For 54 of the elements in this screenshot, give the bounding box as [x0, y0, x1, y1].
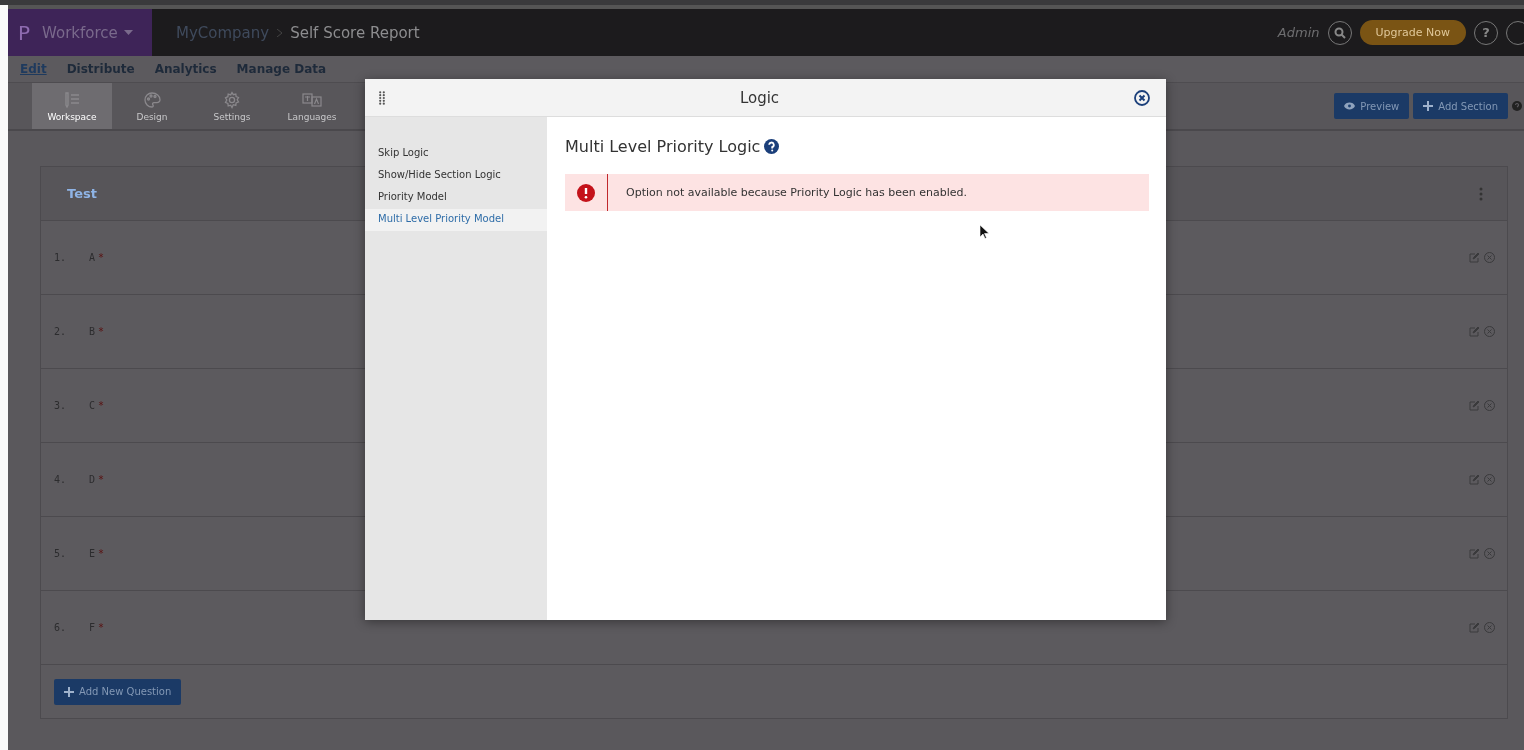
sidebar-item[interactable]: Multi Level Priority Model [365, 209, 547, 231]
palette-icon [143, 90, 161, 109]
edit-icon[interactable] [1469, 400, 1480, 411]
delete-icon[interactable] [1484, 548, 1495, 559]
upgrade-button[interactable]: Upgrade Now [1359, 20, 1466, 45]
required-mark: * [98, 400, 105, 411]
plus-icon [64, 686, 74, 697]
toolbar-tab[interactable]: Languages [272, 83, 352, 129]
delete-icon[interactable] [1484, 326, 1495, 337]
caret-icon [123, 30, 133, 35]
delete-icon[interactable] [1484, 400, 1495, 411]
gear-icon [223, 90, 241, 109]
edit-icon[interactable] [1469, 326, 1480, 337]
edit-icon[interactable] [1469, 548, 1480, 559]
toolbar-tab[interactable]: Settings [192, 83, 272, 129]
required-mark: * [98, 474, 105, 485]
eye-icon [1344, 102, 1356, 110]
delete-icon[interactable] [1484, 622, 1495, 633]
toolbar-tab[interactable]: Design [112, 83, 192, 129]
list-icon [63, 90, 81, 109]
drag-handle-icon[interactable] [379, 90, 385, 105]
workspace-switcher[interactable]: P Workforce [8, 9, 152, 56]
edit-icon[interactable] [1469, 252, 1480, 263]
close-icon[interactable] [1134, 89, 1150, 106]
user-name: Admin [1277, 25, 1320, 40]
cursor-icon [980, 225, 990, 239]
workspace-name: Workforce [42, 23, 118, 42]
edit-icon[interactable] [1469, 622, 1480, 633]
alert-message: Option not available because Priority Logic has been enabled. [625, 186, 967, 199]
sidebar-item[interactable]: Show/Hide Section Logic [365, 165, 547, 187]
plus-icon [1423, 101, 1434, 111]
section-title: Test [67, 186, 97, 201]
modal-title: Logic [738, 88, 781, 107]
preview-button[interactable]: Preview [1334, 93, 1410, 119]
brand-logo: P [18, 20, 31, 45]
add-section-button[interactable]: Add Section [1413, 93, 1508, 119]
more-icon[interactable] [1479, 186, 1483, 201]
translate-icon [302, 90, 322, 109]
toolbar-tab[interactable]: Workspace [32, 83, 112, 129]
required-mark: * [98, 326, 105, 337]
sidebar-item[interactable]: Skip Logic [365, 143, 547, 165]
panel-heading: Multi Level Priority Logic [565, 137, 761, 156]
chevron-icon [277, 28, 283, 37]
add-question-button[interactable]: Add New Question [54, 678, 182, 705]
sidebar-item[interactable]: Priority Model [365, 187, 547, 209]
delete-icon[interactable] [1484, 252, 1495, 263]
help-icon[interactable] [764, 139, 780, 154]
required-mark: * [98, 252, 105, 263]
delete-icon[interactable] [1484, 474, 1495, 485]
required-mark: * [98, 548, 105, 559]
required-mark: * [98, 622, 105, 633]
page-title: Self Score Report [290, 23, 420, 42]
error-icon [577, 183, 595, 202]
edit-icon[interactable] [1469, 474, 1480, 485]
